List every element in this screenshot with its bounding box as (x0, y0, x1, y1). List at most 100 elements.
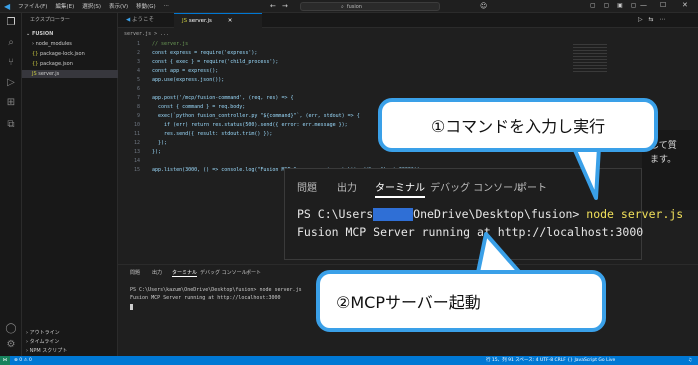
file-label: package.json (39, 61, 73, 67)
remote-indicator-icon[interactable]: ⋈ (0, 356, 10, 365)
file-package-lock-json[interactable]: {} package-lock.json (32, 50, 128, 58)
tab-label: ようこそ (131, 17, 154, 23)
editor-actions[interactable]: ▷ ⇆ ⋯ (638, 16, 667, 23)
line-number: 2 (136, 50, 140, 56)
zoom-tab-debug-console: デバッグ コンソール (430, 183, 524, 194)
panel-tab-ports[interactable]: ポート (246, 269, 261, 276)
explorer-title: エクスプローラー (30, 17, 70, 23)
minimize-icon[interactable]: — (640, 1, 647, 9)
terminal-line-1: PS C:\Users\kazum\OneDrive\Desktop\fusio… (130, 287, 302, 293)
menu-edit[interactable]: 編集(E) (55, 2, 74, 10)
folder-fusion[interactable]: ⌄ FUSION (26, 30, 122, 38)
zoom-tab-terminal: ターミナル (375, 179, 425, 198)
problems-indicator[interactable]: ⊗ 0 ⚠ 0 (14, 356, 32, 365)
line-number: 9 (136, 113, 140, 119)
outline-section[interactable]: › アウトライン (26, 329, 122, 337)
code-line[interactable]: 4 const app = express(); (118, 67, 698, 76)
code-line[interactable]: 6 (118, 85, 698, 94)
title-bar: ◀ ファイル(F) 編集(E) 選択(S) 表示(V) 移動(G) ... ← … (0, 0, 698, 13)
line-number: 5 (136, 77, 140, 83)
code-line[interactable]: 1 // server.js (118, 40, 698, 49)
js-icon: JS (182, 18, 189, 24)
breadcrumb[interactable]: server.js > ... (124, 30, 698, 39)
code-text: if (err) return res.status(500).send({ e… (152, 122, 348, 128)
line-number: 11 (133, 131, 140, 137)
status-right[interactable]: 行 15、列 91 スペース: 4 UTF-8 CRLF {} JavaScri… (486, 356, 615, 365)
line-number: 3 (136, 59, 140, 65)
minimap[interactable] (573, 42, 607, 72)
code-text: app.post('/mcp/fusion-command', (req, re… (152, 95, 294, 101)
code-line[interactable]: 3 const { exec } = require('child_process… (118, 58, 698, 67)
search-view-icon[interactable]: ⌕ (5, 37, 17, 49)
close-tab-icon[interactable]: ✕ (228, 18, 233, 24)
explorer-icon[interactable]: ❐ (5, 17, 17, 29)
extensions-icon[interactable]: ⊞ (5, 97, 17, 109)
code-text: const express = require('express'); (152, 50, 258, 56)
panel-tab-terminal[interactable]: ターミナル (172, 269, 198, 277)
code-text: const app = express(); (152, 68, 219, 74)
activity-bar: ❐ ⌕ ⑂ ▷ ⊞ ⧉ ◯ ⚙ (0, 13, 22, 356)
settings-gear-icon[interactable]: ⚙ (5, 339, 17, 351)
code-text: res.send({ result: stdout.trim() }); (152, 131, 273, 137)
status-bar: ⋈ ⊗ 0 ⚠ 0 行 15、列 91 スペース: 4 UTF-8 CRLF {… (0, 356, 698, 365)
zoom-tab-problems: 問題 (297, 183, 317, 194)
line-number: 10 (133, 122, 140, 128)
line-number: 14 (133, 158, 140, 164)
npm-scripts-label: NPM スクリプト (29, 348, 68, 354)
back-arrow-icon[interactable]: ← (270, 2, 276, 10)
npm-scripts-section[interactable]: › NPM スクリプト (26, 347, 122, 355)
file-package-json[interactable]: {} package.json (32, 60, 128, 68)
code-text: const { exec } = require('child_process'… (152, 59, 279, 65)
tab-welcome[interactable]: ◀ ようこそ (118, 13, 162, 28)
file-label: node_modules (35, 41, 72, 47)
zoom-tab-ports: ポート (517, 183, 547, 194)
panel-tab-problems[interactable]: 問題 (130, 269, 140, 276)
menu-selection[interactable]: 選択(S) (82, 2, 101, 10)
notifications-icon[interactable]: ♫ (688, 356, 692, 365)
code-text: const { command } = req.body; (152, 104, 246, 110)
timeline-label: タイムライン (29, 339, 60, 345)
menu-more[interactable]: ... (164, 2, 169, 10)
code-text: exec(`python fusion_controller.py "${com… (152, 113, 360, 119)
menu-file[interactable]: ファイル(F) (18, 2, 47, 10)
timeline-section[interactable]: › タイムライン (26, 338, 122, 346)
maximize-icon[interactable]: ☐ (660, 1, 666, 9)
menu-bar: ファイル(F) 編集(E) 選択(S) 表示(V) 移動(G) ... (18, 2, 169, 10)
line-number: 7 (136, 95, 140, 101)
layout-icons[interactable]: ▢ ▢ ▣ ▢ (590, 2, 639, 9)
menu-view[interactable]: 表示(V) (109, 2, 128, 10)
close-icon[interactable]: ✕ (682, 1, 688, 9)
forward-arrow-icon[interactable]: → (282, 2, 288, 10)
line-number: 8 (136, 104, 140, 110)
tab-server-js[interactable]: JS server.js ✕ (174, 13, 262, 28)
code-line[interactable]: 2 const express = require('express'); (118, 49, 698, 58)
editor-tabs: ◀ ようこそ JS server.js ✕ ▷ ⇆ ⋯ (118, 13, 698, 28)
copilot-icon[interactable]: ☺ (480, 2, 487, 10)
command-center-search[interactable]: ⌕ fusion (300, 2, 440, 11)
callout-run-command: ①コマンドを入力し実行 (378, 98, 658, 152)
remote-icon[interactable]: ⧉ (5, 119, 17, 131)
accounts-icon[interactable]: ◯ (5, 323, 17, 335)
file-node-modules[interactable]: › node_modules (32, 40, 128, 48)
file-label: server.js (38, 71, 60, 77)
source-control-icon[interactable]: ⑂ (5, 57, 17, 69)
line-number: 1 (136, 41, 140, 47)
panel-tab-output[interactable]: 出力 (152, 269, 162, 276)
line-number: 6 (136, 86, 140, 92)
tab-label: server.js (188, 18, 212, 24)
file-server-js[interactable]: JS server.js (22, 70, 118, 78)
code-line[interactable]: 5 app.use(express.json()); (118, 76, 698, 85)
zoom-line-1: PS C:\Users OneDrive\Desktop\fusion> node… (297, 207, 683, 221)
terminal-cursor (130, 304, 133, 310)
line-number: 15 (133, 167, 140, 173)
redaction-box (373, 208, 414, 221)
zoom-command: node server.js (586, 207, 684, 221)
menu-go[interactable]: 移動(G) (136, 2, 156, 10)
code-text: }); (152, 140, 168, 146)
line-number: 12 (133, 140, 140, 146)
code-text: // server.js (152, 41, 189, 47)
run-debug-icon[interactable]: ▷ (5, 77, 17, 89)
panel-tab-debug-console[interactable]: デバッグ コンソール (200, 269, 247, 276)
zoom-prompt-b: OneDrive\Desktop\fusion> (413, 207, 580, 221)
zoom-prompt-a: PS C:\Users (297, 207, 374, 221)
